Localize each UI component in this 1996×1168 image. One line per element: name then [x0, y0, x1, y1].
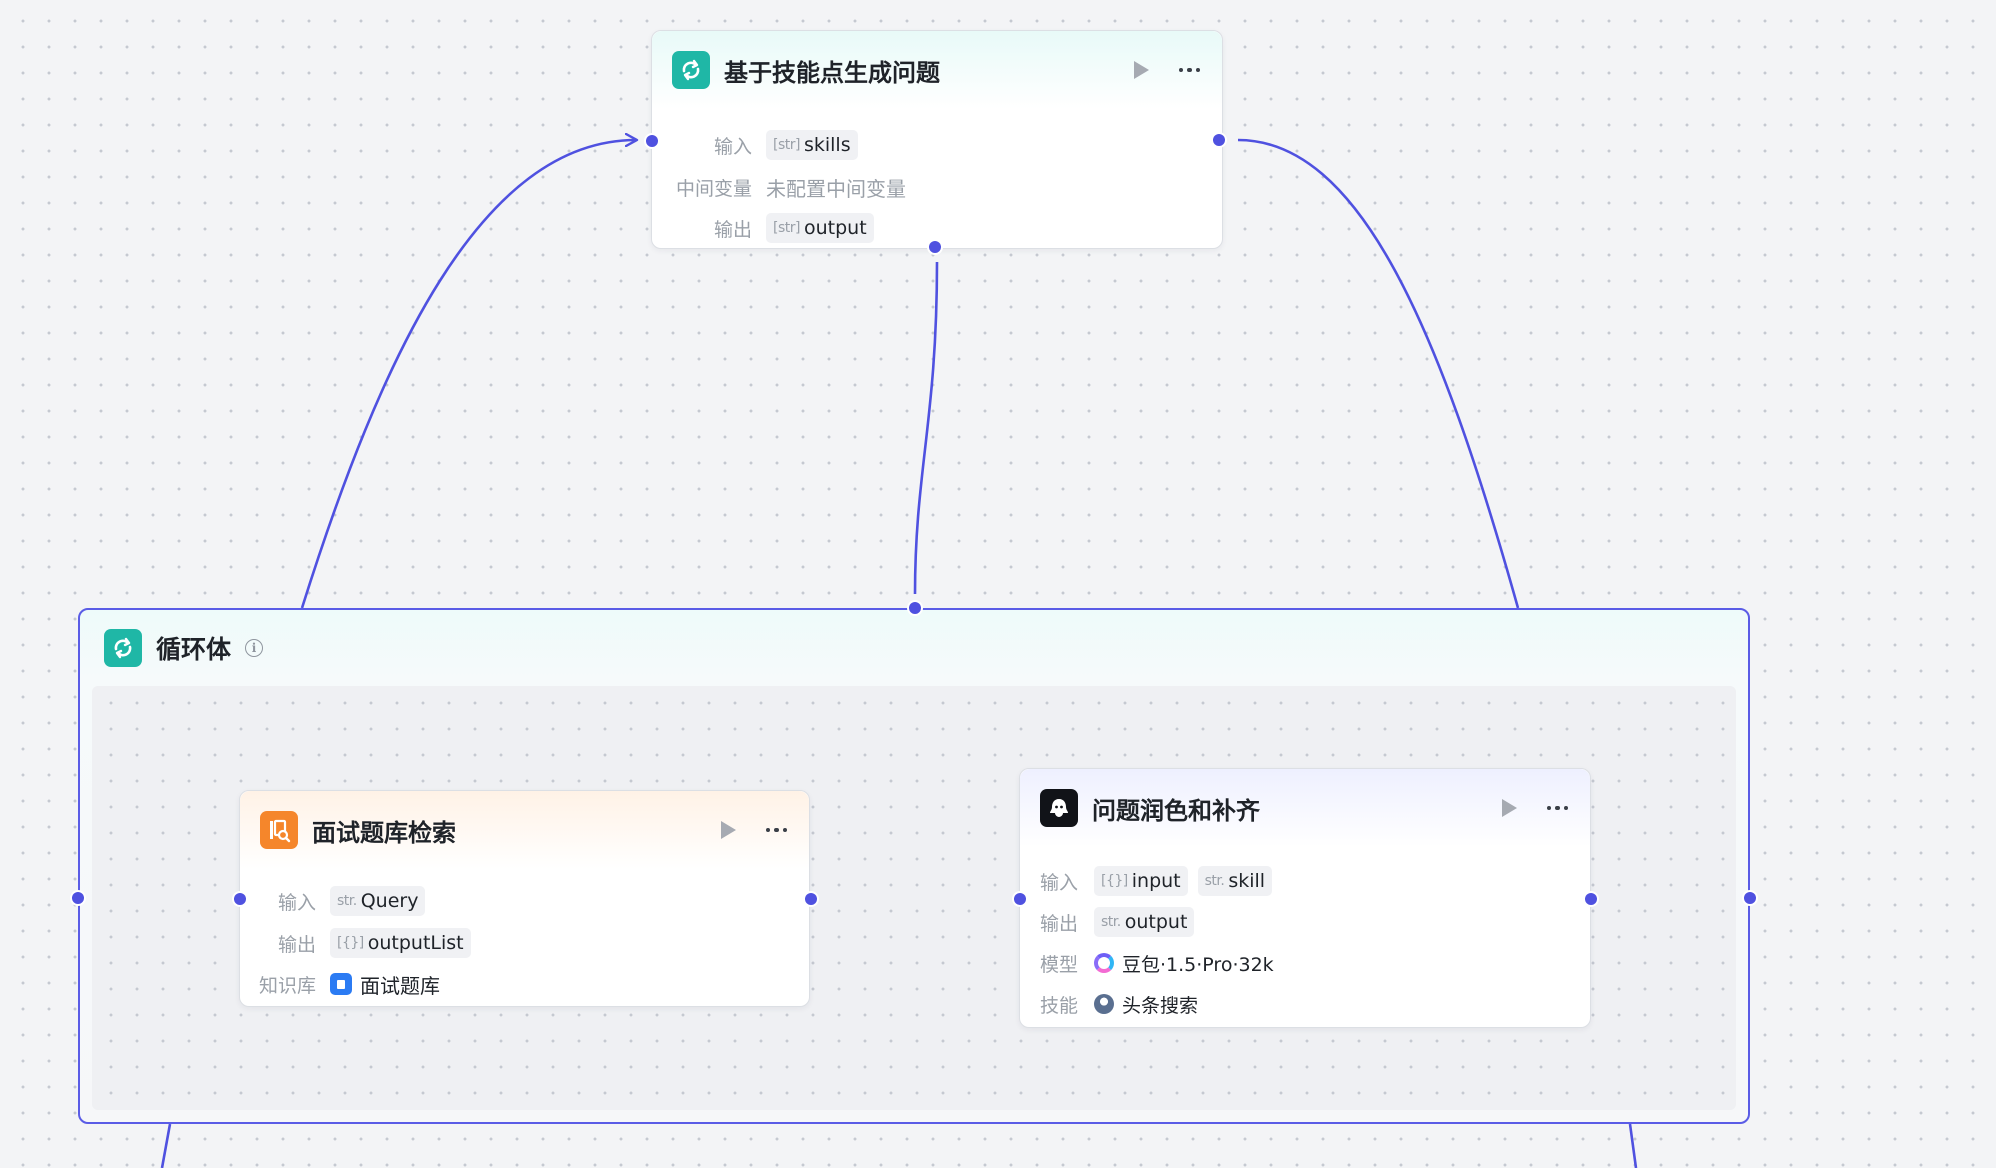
skill-row: 技能 头条搜索 — [1040, 988, 1198, 1020]
output-row: 输出 [{}] outputList — [256, 927, 481, 959]
edge-top-output-to-loop — [1237, 138, 1520, 609]
knowledge-base-icon — [330, 973, 352, 995]
output-tag-output[interactable]: str. output — [1094, 907, 1195, 937]
input-row: 输入 [str] skills — [672, 129, 868, 161]
loop-right-port[interactable] — [1744, 892, 1756, 904]
output-row: 输出 str. output — [1040, 906, 1204, 938]
llm-icon — [1040, 789, 1078, 827]
skill-value[interactable]: 头条搜索 — [1122, 991, 1198, 1018]
knowledge-search-icon — [260, 811, 298, 849]
input-tag-skills[interactable]: [str] skills — [766, 130, 858, 160]
output-tag-outputlist[interactable]: [{}] outputList — [330, 928, 471, 958]
search-node-output-port[interactable] — [805, 893, 817, 905]
input-row: 输入 str. Query — [256, 885, 435, 917]
loop-icon — [672, 51, 710, 89]
model-row: 模型 豆包·1.5·Pro·32k — [1040, 947, 1274, 979]
loop-header: 循环体 i — [104, 628, 264, 668]
input-label: 输入 — [713, 135, 752, 158]
intermediate-value: 未配置中间变量 — [766, 176, 906, 201]
play-icon[interactable] — [1501, 799, 1517, 817]
info-icon[interactable]: i — [245, 639, 264, 657]
play-icon[interactable] — [1133, 61, 1149, 79]
node-title: 问题润色和补齐 — [1092, 796, 1260, 825]
top-node-loop-port[interactable] — [929, 241, 941, 253]
edge-loop-to-top-input — [300, 140, 636, 609]
node-actions — [720, 791, 787, 869]
loop-top-port[interactable] — [909, 602, 921, 614]
output-row: 输出 [str] output — [672, 212, 884, 244]
output-tag-output[interactable]: [str] output — [766, 213, 874, 243]
input-tag-input[interactable]: [{}] input — [1094, 866, 1188, 896]
node-title: 基于技能点生成问题 — [724, 58, 940, 87]
node-header: 面试题库检索 — [240, 791, 809, 869]
knowledge-label: 知识库 — [258, 974, 316, 997]
output-label: 输出 — [277, 933, 316, 956]
node-interview-search[interactable]: 面试题库检索 输入 str. Query 输出 [{}] outputList … — [239, 790, 810, 1007]
node-generate-questions[interactable]: 基于技能点生成问题 输入 [str] skills 中间变量 未配置中间变量 输… — [651, 30, 1223, 249]
node-header: 问题润色和补齐 — [1020, 769, 1590, 847]
top-node-input-port[interactable] — [646, 135, 658, 147]
search-node-input-port[interactable] — [234, 893, 246, 905]
output-label: 输出 — [713, 218, 752, 241]
knowledge-row: 知识库 面试题库 — [256, 968, 440, 1000]
model-label: 模型 — [1040, 953, 1079, 976]
skill-label: 技能 — [1040, 994, 1079, 1017]
input-label: 输入 — [277, 891, 316, 914]
node-header: 基于技能点生成问题 — [652, 31, 1222, 109]
loop-left-port[interactable] — [72, 892, 84, 904]
output-label: 输出 — [1040, 912, 1079, 935]
polish-node-output-port[interactable] — [1585, 893, 1597, 905]
more-icon[interactable] — [1546, 805, 1568, 811]
input-tag-query[interactable]: str. Query — [330, 886, 426, 916]
more-icon[interactable] — [765, 827, 787, 833]
loop-icon — [104, 629, 142, 667]
workflow-canvas[interactable]: 循环体 i 基于技能点生成问题 输入 [str] skills 中间变量 未配置… — [0, 0, 1996, 1168]
doubao-model-icon — [1094, 953, 1114, 973]
edge-loop-bottom-left — [160, 1123, 172, 1168]
loop-title: 循环体 — [156, 635, 232, 664]
edge-loop-bottom-right — [1628, 1123, 1638, 1168]
node-polish-questions[interactable]: 问题润色和补齐 输入 [{}] input str. skill 输出 str. — [1019, 768, 1591, 1028]
input-tag-skill[interactable]: str. skill — [1197, 866, 1273, 896]
input-row: 输入 [{}] input str. skill — [1040, 865, 1282, 897]
more-icon[interactable] — [1178, 67, 1200, 73]
intermediate-row: 中间变量 未配置中间变量 — [672, 171, 906, 203]
polish-node-input-port[interactable] — [1014, 893, 1026, 905]
knowledge-value[interactable]: 面试题库 — [360, 970, 440, 999]
edge-top-bottom-to-loop — [913, 261, 939, 595]
node-actions — [1133, 31, 1200, 109]
toutiao-search-icon — [1094, 994, 1114, 1014]
intermediate-label: 中间变量 — [675, 177, 752, 200]
play-icon[interactable] — [720, 821, 736, 839]
node-title: 面试题库检索 — [312, 818, 456, 847]
input-label: 输入 — [1040, 871, 1079, 894]
model-value[interactable]: 豆包·1.5·Pro·32k — [1122, 950, 1274, 977]
node-actions — [1501, 769, 1568, 847]
top-node-output-port[interactable] — [1213, 134, 1225, 146]
